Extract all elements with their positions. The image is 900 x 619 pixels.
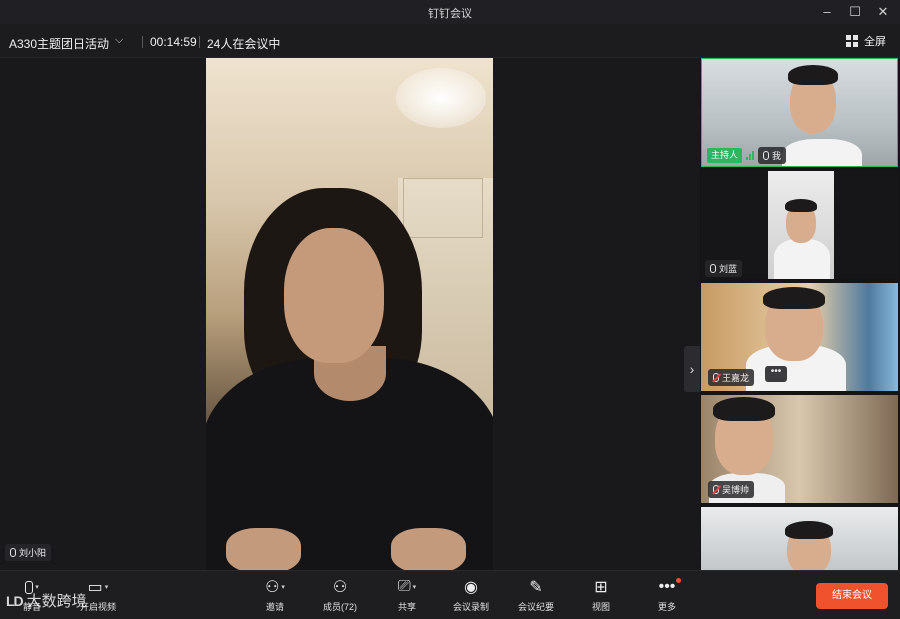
participant-video (768, 171, 834, 279)
grid-view-icon: ⊞ (594, 579, 608, 596)
maximize-icon[interactable]: ☐ (844, 2, 866, 22)
participant-tile[interactable]: 吴博帅 (701, 395, 898, 503)
share-label: 共享 (397, 602, 416, 612)
fullscreen-button[interactable]: 全屏 (846, 33, 886, 49)
participant-name: 刘蓝 (719, 264, 738, 274)
caret-icon[interactable]: ▾ (281, 583, 285, 591)
participant-tile[interactable]: 主持人 我 (701, 58, 898, 167)
participant-panel: 主持人 我 刘蓝 王嘉龙 ••• 吴博帅 (700, 58, 900, 570)
signal-icon (746, 151, 755, 160)
participant-count: 24人在会议中 (207, 37, 281, 51)
more-button[interactable]: ••• 更多 (637, 576, 697, 613)
window-controls: – ☐ ✕ (816, 2, 894, 22)
notification-dot (676, 578, 681, 583)
members-button[interactable]: ⚇ 成员(72) (310, 576, 370, 613)
main-speaker-name: 刘小阳 (19, 548, 47, 558)
chevron-down-icon[interactable]: ⌵ (115, 34, 123, 47)
host-badge: 主持人 (707, 148, 743, 163)
caret-icon[interactable]: ▾ (105, 583, 109, 591)
close-icon[interactable]: ✕ (872, 2, 894, 22)
invite-button[interactable]: ⚇ ▾ 邀请 (245, 576, 305, 613)
window-title: 钉钉会议 (428, 8, 472, 20)
collapse-panel-button[interactable]: › (684, 346, 700, 392)
divider (142, 36, 143, 48)
main-video-name-tag: 刘小阳 (5, 544, 52, 561)
mic-muted-icon (713, 373, 719, 382)
watermark-logo: LD (6, 592, 24, 609)
minutes-icon: ✎ (529, 579, 543, 596)
mic-icon (763, 151, 770, 160)
record-icon: ◉ (464, 579, 478, 596)
record-button[interactable]: ◉ 会议录制 (441, 576, 501, 613)
bottom-toolbar: ▾ 静音 ▭ ▾ 开启视频 ⚇ ▾ 邀请 ⚇ 成员(72) ⎚ ▾ 共享 ◉ 会议录制… (0, 570, 900, 619)
share-button[interactable]: ⎚ ▾ 共享 (377, 576, 437, 613)
participant-name: 我 (772, 151, 782, 161)
main-stage: 刘小阳 › (0, 58, 700, 570)
more-options-icon[interactable]: ••• (765, 366, 787, 382)
mic-icon (10, 548, 16, 557)
participant-name: 王嘉龙 (722, 373, 750, 383)
camera-icon: ▭ (87, 579, 103, 596)
record-label: 会议录制 (452, 602, 489, 612)
minimize-icon[interactable]: – (816, 2, 838, 22)
meeting-name[interactable]: A330主题团日活动 (9, 35, 109, 52)
invite-label: 邀请 (265, 602, 284, 612)
minutes-label: 会议纪要 (517, 602, 554, 612)
participant-name-tag: 我 (758, 147, 787, 164)
participant-name-tag: 刘蓝 (705, 260, 743, 277)
main-video[interactable] (206, 58, 493, 570)
meeting-info-bar: A330主题团日活动 ⌵ 00:14:59 24人在会议中 全屏 (0, 24, 900, 58)
members-label: 成员(72) (322, 602, 357, 612)
minutes-button[interactable]: ✎ 会议纪要 (506, 576, 566, 613)
host-tag: 主持人 我 (707, 147, 787, 164)
participant-name: 吴博帅 (722, 485, 750, 495)
meeting-timer: 00:14:59 (150, 35, 197, 49)
divider (199, 36, 200, 48)
screen-share-icon: ⎚ (397, 578, 411, 595)
more-icon: ••• (658, 578, 676, 595)
more-label: 更多 (657, 602, 676, 612)
title-bar: 钉钉会议 – ☐ ✕ (0, 0, 900, 24)
mic-muted-icon (713, 485, 719, 494)
mic-icon (710, 264, 716, 273)
participant-name-tag: 吴博帅 (708, 481, 755, 498)
view-label: 视图 (591, 602, 610, 612)
participant-tile[interactable]: 王嘉龙 ••• (701, 283, 898, 391)
participant-tile[interactable] (701, 507, 898, 570)
caret-icon[interactable]: ▾ (413, 583, 417, 591)
invite-icon: ⚇ (265, 579, 280, 596)
watermark: LD 大数跨境 (6, 590, 87, 611)
participant-tile[interactable]: 刘蓝 (701, 171, 898, 279)
members-icon: ⚇ (332, 579, 348, 596)
watermark-text: 大数跨境 (26, 593, 87, 610)
end-meeting-button[interactable]: 结束会议 (816, 583, 888, 609)
fullscreen-icon (846, 35, 858, 47)
participant-name-tag: 王嘉龙 (708, 369, 755, 386)
fullscreen-label: 全屏 (864, 36, 886, 48)
view-button[interactable]: ⊞ 视图 (571, 576, 631, 613)
